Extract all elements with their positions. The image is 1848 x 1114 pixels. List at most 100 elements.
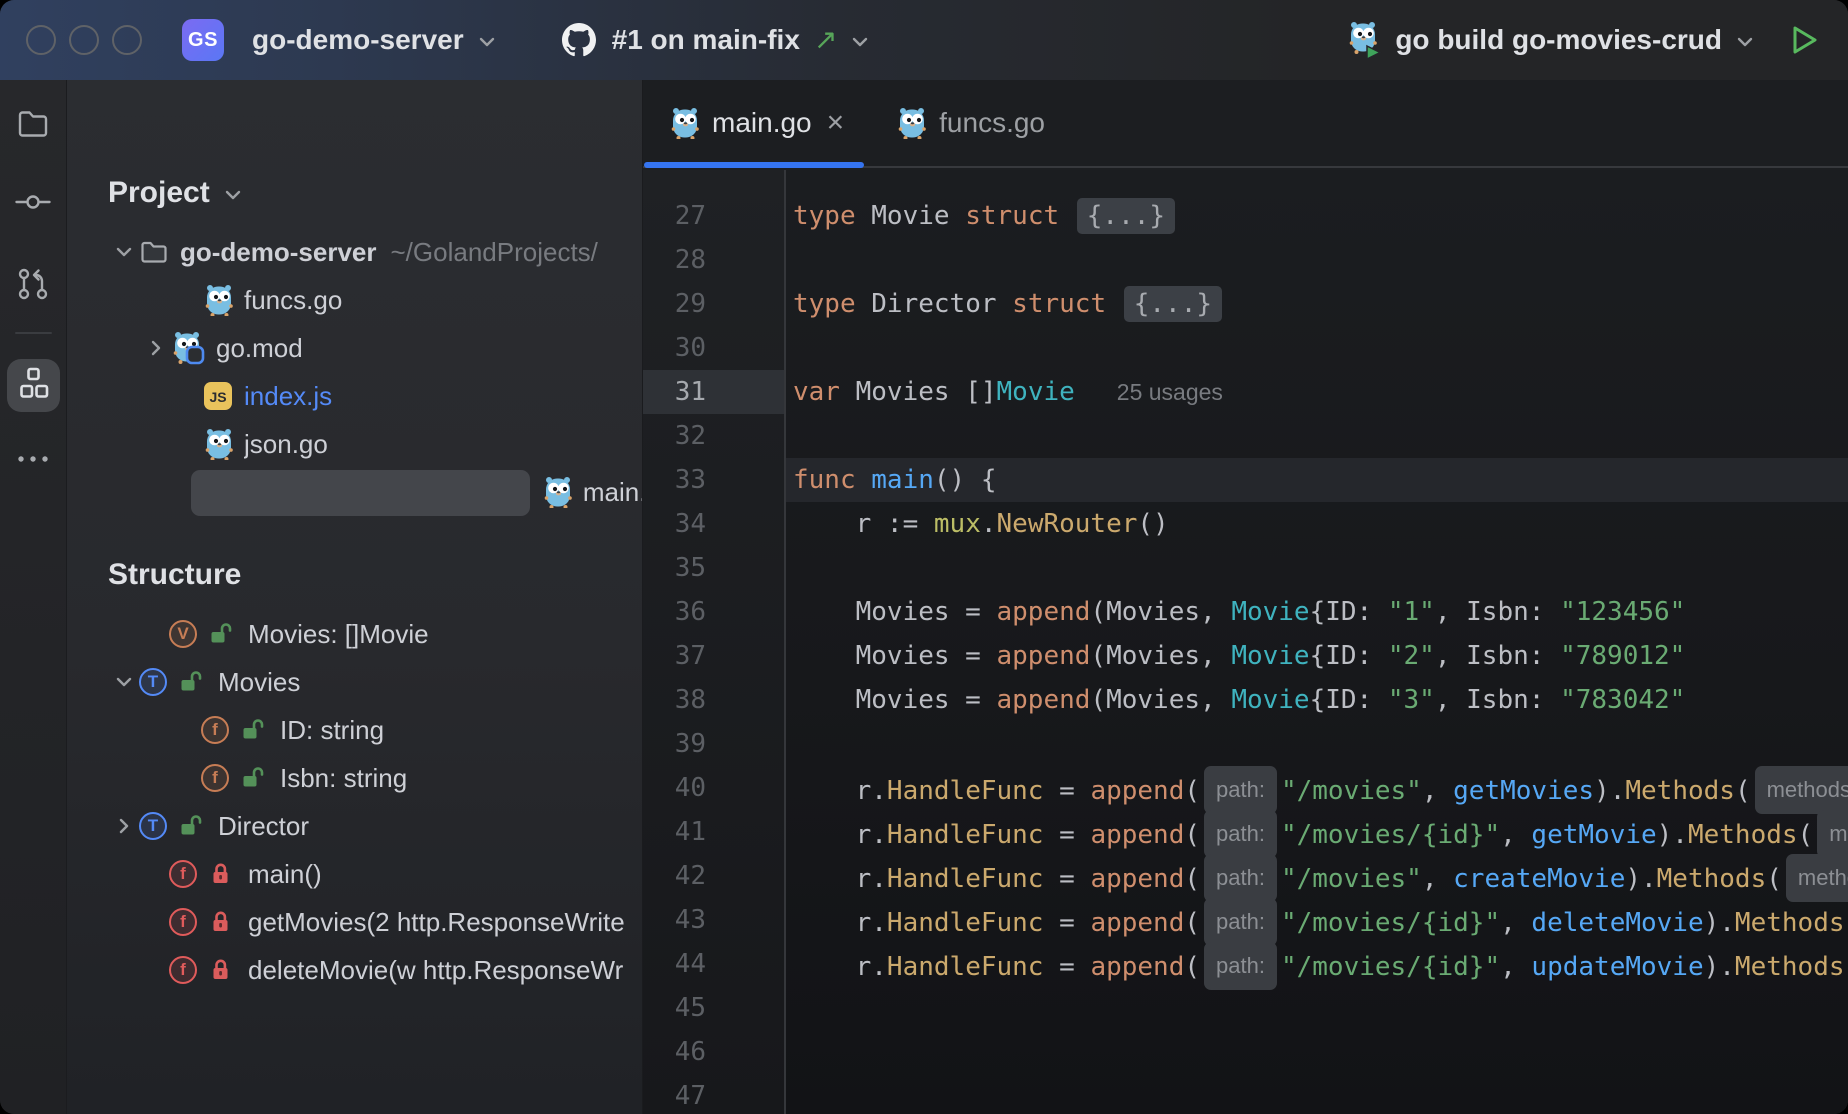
code-token: append xyxy=(997,641,1091,671)
outgoing-commits-icon: ↗ xyxy=(814,26,837,54)
code-line-45[interactable] xyxy=(786,986,1848,1030)
code-line-37[interactable]: Movies = append(Movies, Movie{ID: "2", I… xyxy=(786,634,1848,678)
code-line-28[interactable] xyxy=(786,238,1848,282)
code-token: ( xyxy=(1184,952,1200,982)
project-tool-button[interactable] xyxy=(0,105,66,148)
code-line-38[interactable]: Movies = append(Movies, Movie{ID: "3", I… xyxy=(786,678,1848,722)
vcs-widget[interactable]: #1 on main-fix ↗ xyxy=(562,23,872,57)
lock-open-icon xyxy=(179,813,205,839)
github-icon xyxy=(562,23,596,57)
code-token xyxy=(856,465,872,495)
project-panel-title: Project xyxy=(108,176,210,210)
structure-item-id-string[interactable]: fID: string xyxy=(67,706,642,754)
run-configuration-selector[interactable]: go build go-movies-crud xyxy=(1345,20,1756,60)
run-button[interactable] xyxy=(1786,22,1822,58)
close-tab-icon[interactable]: × xyxy=(827,108,845,138)
commit-tool-button[interactable] xyxy=(0,183,66,226)
project-item-main-go[interactable]: main.go xyxy=(67,468,642,516)
code-token: createMovie xyxy=(1453,864,1625,894)
parameter-hint-chip: path: xyxy=(1204,942,1277,990)
zoom-window-button[interactable] xyxy=(112,25,142,55)
code-line-35[interactable] xyxy=(786,546,1848,590)
minimize-window-button[interactable] xyxy=(69,25,99,55)
line-number-27: 27 xyxy=(643,194,784,238)
tree-item-label: main() xyxy=(248,859,322,890)
code-line-34[interactable]: r := mux.NewRouter() xyxy=(786,502,1848,546)
close-window-button[interactable] xyxy=(26,25,56,55)
tree-item-label: Movies: []Movie xyxy=(248,619,429,650)
project-switcher[interactable]: GS go-demo-server xyxy=(182,19,498,61)
tree-item-label: Movies xyxy=(218,667,300,698)
active-tab-underline xyxy=(644,162,864,168)
code-token: Methods xyxy=(1657,864,1767,894)
structure-item-director[interactable]: TDirector xyxy=(67,802,642,850)
code-token xyxy=(1106,289,1122,319)
title-bar: GS go-demo-server #1 on main-fix ↗ go bu… xyxy=(0,0,1848,80)
project-item-go-demo-server[interactable]: go-demo-server~/GolandProjects/ xyxy=(67,228,642,276)
structure-item-isbn-string[interactable]: fIsbn: string xyxy=(67,754,642,802)
chevron-right-icon[interactable] xyxy=(109,815,139,837)
project-item-funcs-go[interactable]: funcs.go xyxy=(67,276,642,324)
project-panel-header[interactable]: Project xyxy=(108,176,244,210)
code-token: mux xyxy=(934,509,981,539)
code-line-40[interactable]: r.HandleFunc = append(path:"/movies", ge… xyxy=(786,766,1848,810)
structure-item-getmovies-2-http-responsewri[interactable]: fgetMovies(2 http.ResponseWrite xyxy=(67,898,642,946)
code-token: struct xyxy=(965,201,1059,231)
ide-window: GS go-demo-server #1 on main-fix ↗ go bu… xyxy=(0,0,1848,1114)
tree-item-path: ~/GolandProjects/ xyxy=(391,237,598,268)
structure-tool-button[interactable] xyxy=(7,359,60,412)
code-line-30[interactable] xyxy=(786,326,1848,370)
code-line-36[interactable]: Movies = append(Movies, Movie{ID: "1", I… xyxy=(786,590,1848,634)
code-token: ( xyxy=(1845,908,1848,938)
chevron-right-icon[interactable] xyxy=(141,337,171,359)
window-controls xyxy=(26,25,142,55)
pull-requests-tool-button[interactable] xyxy=(0,265,66,308)
structure-item-movies[interactable]: TMovies xyxy=(67,658,642,706)
line-number-29: 29 xyxy=(643,282,784,326)
code-line-42[interactable]: r.HandleFunc = append(path:"/movies", cr… xyxy=(786,854,1848,898)
code-line-27[interactable]: type Movie struct {...} xyxy=(786,194,1848,238)
code-token: r. xyxy=(793,820,887,850)
code-line-41[interactable]: r.HandleFunc = append(path:"/movies/{id}… xyxy=(786,810,1848,854)
tab-funcs-go[interactable]: funcs.go xyxy=(870,80,1071,166)
code-line-32[interactable] xyxy=(786,414,1848,458)
code-token: append xyxy=(1090,820,1184,850)
gopher-icon xyxy=(896,107,926,139)
code-token: ( xyxy=(1184,908,1200,938)
code-token: {ID: xyxy=(1310,597,1388,627)
structure-item-movies-movie[interactable]: VMovies: []Movie xyxy=(67,610,642,658)
structure-panel-header: Structure xyxy=(108,558,241,592)
chevron-down-icon[interactable] xyxy=(109,241,139,263)
code-token: . xyxy=(981,509,997,539)
project-item-index-js[interactable]: JSindex.js xyxy=(67,372,642,420)
project-item-go-mod[interactable]: go.mod xyxy=(67,324,642,372)
code-line-31[interactable]: var Movies []Movie25 usages xyxy=(786,370,1848,414)
code-line-44[interactable]: r.HandleFunc = append(path:"/movies/{id}… xyxy=(786,942,1848,986)
code-token: , Isbn: xyxy=(1435,597,1560,627)
code-viewport[interactable]: type Movie struct {...} type Director str… xyxy=(786,170,1848,1114)
code-line-29[interactable]: type Director struct {...} xyxy=(786,282,1848,326)
lock-closed-icon xyxy=(209,861,235,887)
tree-item-label: json.go xyxy=(244,429,328,460)
code-token: r. xyxy=(793,864,887,894)
code-token: , xyxy=(1422,776,1453,806)
code-line-33[interactable]: func main() { xyxy=(786,458,1848,502)
code-line-43[interactable]: r.HandleFunc = append(path:"/movies/{id}… xyxy=(786,898,1848,942)
line-number-46: 46 xyxy=(643,1030,784,1074)
tree-item-label: go.mod xyxy=(216,333,303,364)
code-line-46[interactable] xyxy=(786,1030,1848,1074)
code-token: HandleFunc xyxy=(887,908,1044,938)
project-item-json-go[interactable]: json.go xyxy=(67,420,642,468)
lock-open-icon xyxy=(179,669,205,695)
usages-inlay-hint: 25 usages xyxy=(1117,379,1223,405)
chevron-down-icon[interactable] xyxy=(109,671,139,693)
code-line-39[interactable] xyxy=(786,722,1848,766)
more-tools-button[interactable] xyxy=(0,452,66,470)
structure-item-deletemovie-w-http-responsew[interactable]: fdeleteMovie(w http.ResponseWr xyxy=(67,946,642,994)
code-token: append xyxy=(997,685,1091,715)
structure-item-main-[interactable]: fmain() xyxy=(67,850,642,898)
tab-main-go[interactable]: main.go× xyxy=(643,80,870,166)
code-token: append xyxy=(1090,952,1184,982)
code-line-47[interactable] xyxy=(786,1074,1848,1114)
code-token: r. xyxy=(793,776,887,806)
